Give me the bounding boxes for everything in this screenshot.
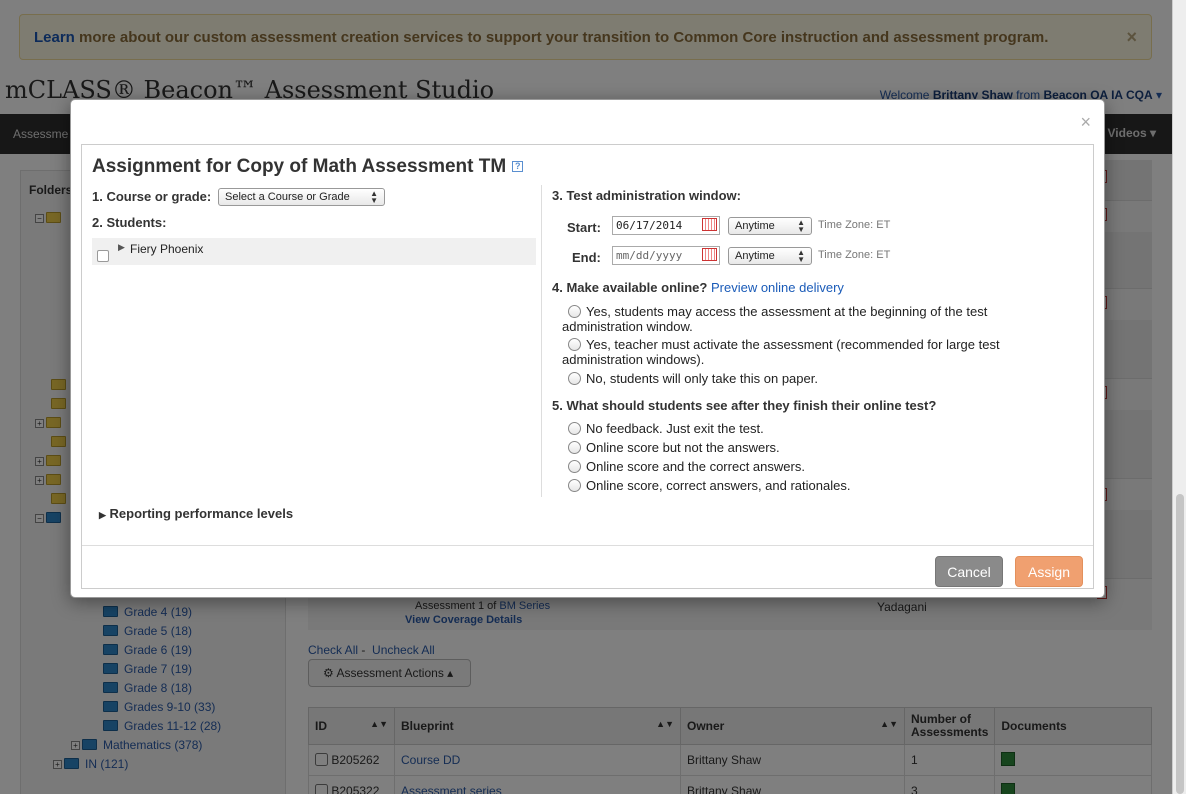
online-option-label: Yes, students may access the assessment … [562,304,988,334]
assignment-modal: × Assignment for Copy of Math Assessment… [70,99,1105,598]
start-time-zone: Time Zone: ET [818,219,891,231]
online-label: 4. Make available online? Preview online… [552,280,844,295]
modal-close-icon[interactable]: × [1080,112,1091,133]
expand-triangle-icon[interactable]: ▶ [118,242,125,253]
end-time-zone: Time Zone: ET [818,249,891,261]
course-select-value: Select a Course or Grade [225,191,350,203]
calendar-icon[interactable] [702,218,717,231]
modal-footer: Cancel Assign [82,545,1093,588]
feedback-option-label: Online score but not the answers. [586,440,780,455]
calendar-icon[interactable] [702,248,717,261]
preview-online-link[interactable]: Preview online delivery [711,280,844,295]
end-time-value: Anytime [735,250,775,262]
reporting-toggle[interactable]: ▶ Reporting performance levels [99,506,293,521]
feedback-option-radio[interactable] [568,441,581,454]
online-option-radio[interactable] [568,372,581,385]
student-group-checkbox[interactable] [97,250,109,262]
online-option-label: No, students will only take this on pape… [586,371,818,386]
online-option-label: Yes, teacher must activate the assessmen… [562,337,1000,367]
select-arrows-icon: ▲ ▼ [797,248,805,264]
feedback-option-radio[interactable] [568,479,581,492]
feedback-option-radio[interactable] [568,460,581,473]
start-time-value: Anytime [735,220,775,232]
students-label: 2. Students: [92,215,167,230]
cancel-button[interactable]: Cancel [935,556,1003,587]
feedback-option-label: Online score, correct answers, and ratio… [586,478,851,493]
course-label: 1. Course or grade: [92,189,212,204]
page-scrollbar[interactable] [1172,0,1186,794]
reporting-label: Reporting performance levels [109,506,294,521]
modal-title-text: Assignment for Copy of Math Assessment T… [92,156,507,177]
help-icon[interactable]: ? [512,161,524,172]
start-time-select[interactable]: Anytime ▲ ▼ [728,217,812,235]
feedback-option-label: Online score and the correct answers. [586,459,805,474]
course-select[interactable]: Select a Course or Grade ▲ ▼ [218,188,385,206]
student-group-row: ▶ Fiery Phoenix [92,238,536,265]
feedback-label: 5. What should students see after they f… [552,398,937,413]
online-label-text: 4. Make available online? [552,280,708,295]
scrollbar-thumb[interactable] [1176,494,1184,794]
student-group-name: Fiery Phoenix [130,242,204,256]
select-arrows-icon: ▲ ▼ [370,189,378,205]
feedback-option-radio[interactable] [568,422,581,435]
end-time-select[interactable]: Anytime ▲ ▼ [728,247,812,265]
start-label: Start: [567,220,601,235]
modal-title: Assignment for Copy of Math Assessment T… [92,156,524,178]
end-label: End: [572,250,601,265]
select-arrows-icon: ▲ ▼ [797,218,805,234]
feedback-option-label: No feedback. Just exit the test. [586,421,764,436]
expand-triangle-icon: ▶ [99,510,106,520]
assign-button[interactable]: Assign [1015,556,1083,587]
window-label: 3. Test administration window: [552,188,741,203]
assignment-form: Assignment for Copy of Math Assessment T… [81,144,1094,589]
column-divider [541,185,542,497]
